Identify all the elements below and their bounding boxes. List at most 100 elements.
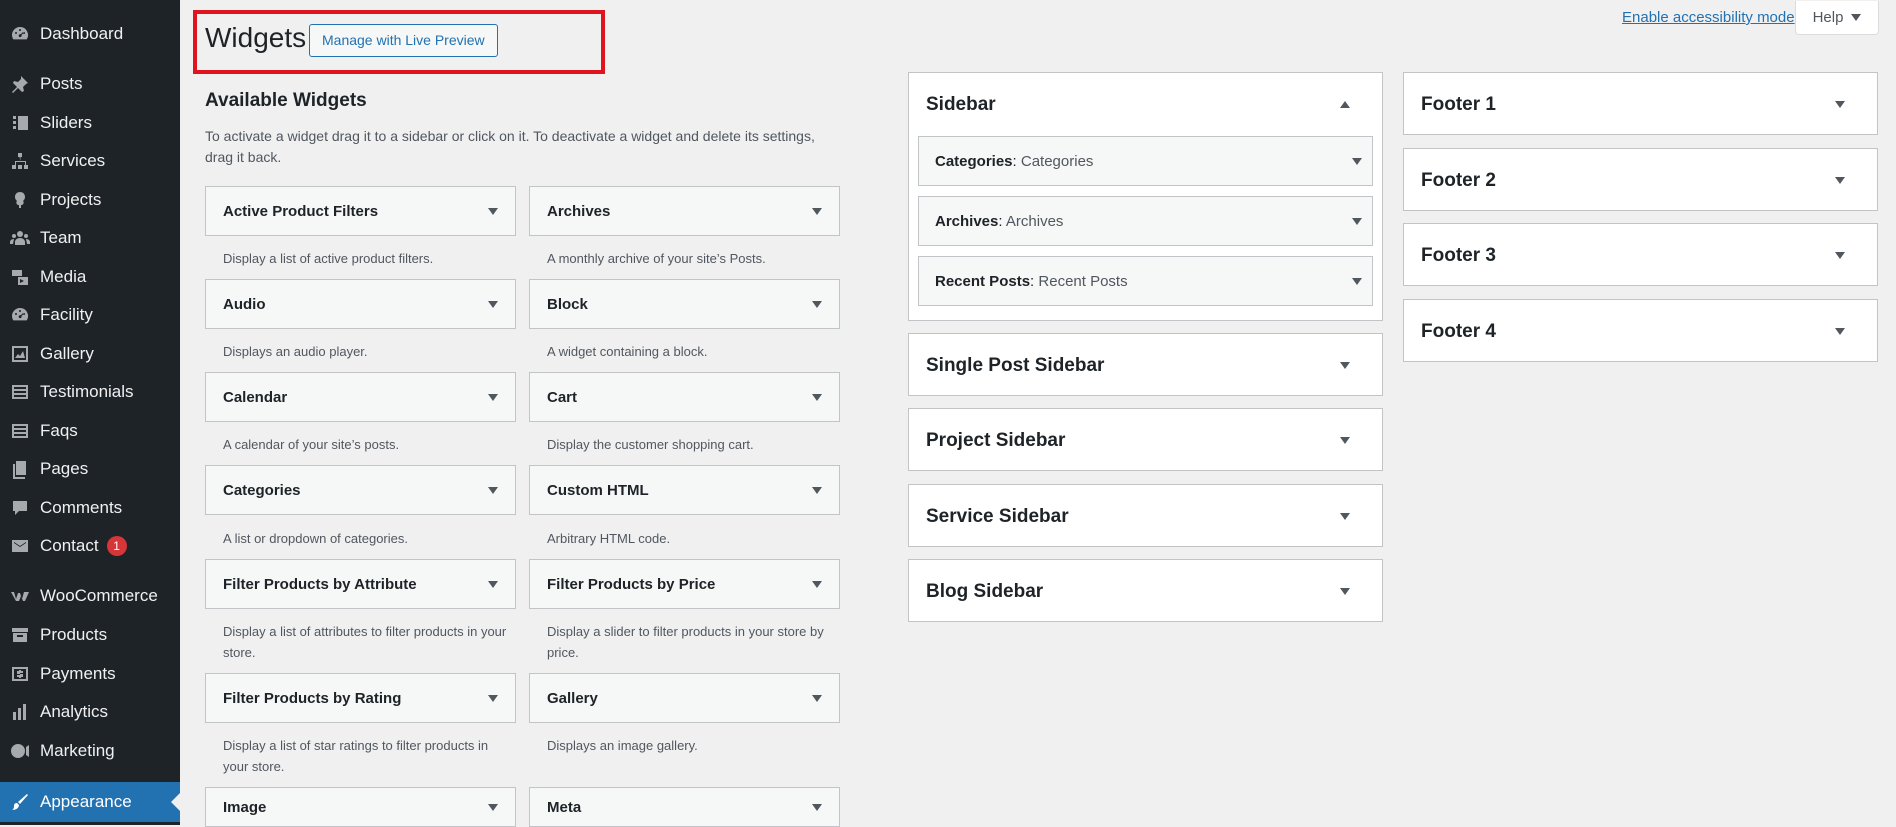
widget-gallery[interactable]: Gallery <box>529 673 840 723</box>
chevron-down-icon[interactable] <box>812 393 822 401</box>
widget-cart[interactable]: Cart <box>529 372 840 422</box>
chevron-down-icon[interactable] <box>488 694 498 702</box>
help-button[interactable]: Help <box>1795 1 1879 35</box>
sidebar-item-products[interactable]: Products <box>0 616 180 654</box>
widget-meta[interactable]: Meta <box>529 787 840 827</box>
slides-icon <box>10 113 30 133</box>
sidebar-item-appearance[interactable]: Appearance <box>0 782 180 822</box>
widget-filter-products-by-rating[interactable]: Filter Products by Rating <box>205 673 516 723</box>
sidebar-item-label: Payments <box>40 664 116 683</box>
sidebar-widget-categories[interactable]: Categories: Categories <box>918 136 1373 186</box>
widget-area-footer-2[interactable]: Footer 2 <box>1403 148 1878 211</box>
chevron-down-icon[interactable] <box>812 486 822 494</box>
widget-description: Display the customer shopping cart. <box>547 437 754 452</box>
dollar-icon <box>10 664 30 684</box>
enable-accessibility-link[interactable]: Enable accessibility mode <box>1622 9 1795 26</box>
sidebar-item-gallery[interactable]: Gallery <box>0 335 180 373</box>
sidebar-item-label: Services <box>40 151 106 170</box>
sidebar-item-dashboard[interactable]: Dashboard <box>0 15 180 53</box>
chevron-down-icon[interactable] <box>1340 588 1350 595</box>
sidebar-item-media[interactable]: Media <box>0 258 180 296</box>
widget-area-footer-1[interactable]: Footer 1 <box>1403 72 1878 135</box>
chevron-down-icon <box>1851 14 1862 21</box>
widget-area-footer-3[interactable]: Footer 3 <box>1403 223 1878 286</box>
widget-area-title: Project Sidebar <box>926 429 1066 451</box>
widget-area-service-sidebar[interactable]: Service Sidebar <box>908 484 1383 547</box>
chart-icon <box>10 344 30 364</box>
sidebar-item-woocommerce[interactable]: WooCommerce <box>0 577 180 615</box>
widget-area-footer-4[interactable]: Footer 4 <box>1403 299 1878 362</box>
widget-area-header[interactable]: Footer 4 <box>1404 300 1877 363</box>
widget-name: Archives <box>935 212 999 230</box>
sidebar-item-contact[interactable]: Contact 1 <box>0 527 180 565</box>
widget-custom-html[interactable]: Custom HTML <box>529 465 840 515</box>
widget-area-header[interactable]: Sidebar <box>909 73 1382 136</box>
widget-area-single-post-sidebar[interactable]: Single Post Sidebar <box>908 333 1383 396</box>
widget-area-header[interactable]: Footer 1 <box>1404 73 1877 136</box>
manage-live-preview-button[interactable]: Manage with Live Preview <box>309 24 498 57</box>
sidebar-item-marketing[interactable]: Marketing <box>0 732 180 770</box>
widget-area-project-sidebar[interactable]: Project Sidebar <box>908 408 1383 471</box>
media-icon <box>10 267 30 287</box>
widget-active-product-filters[interactable]: Active Product Filters <box>205 186 516 236</box>
widget-archives[interactable]: Archives <box>529 186 840 236</box>
widget-instance-title: Recent Posts <box>1038 272 1128 290</box>
widget-categories[interactable]: Categories <box>205 465 516 515</box>
chevron-down-icon[interactable] <box>1835 252 1845 259</box>
sidebar-item-pages[interactable]: Pages <box>0 450 180 488</box>
chevron-down-icon[interactable] <box>488 207 498 215</box>
widget-area-header[interactable]: Single Post Sidebar <box>909 334 1382 397</box>
widget-area-title: Footer 3 <box>1421 244 1496 266</box>
widget-audio[interactable]: Audio <box>205 279 516 329</box>
sidebar-item-facility[interactable]: Facility <box>0 296 180 334</box>
sidebar-item-projects[interactable]: Projects <box>0 181 180 219</box>
chevron-down-icon[interactable] <box>488 393 498 401</box>
widget-description: A monthly archive of your site’s Posts. <box>547 251 766 266</box>
chevron-down-icon[interactable] <box>1352 277 1362 285</box>
chevron-down-icon[interactable] <box>1352 217 1362 225</box>
chevron-down-icon[interactable] <box>1352 157 1362 165</box>
sidebar-item-payments[interactable]: Payments <box>0 655 180 693</box>
widget-description: Arbitrary HTML code. <box>547 531 671 546</box>
widget-filter-products-by-price[interactable]: Filter Products by Price <box>529 559 840 609</box>
sidebar-item-testimonials[interactable]: Testimonials <box>0 373 180 411</box>
widget-area-header[interactable]: Footer 3 <box>1404 224 1877 287</box>
sidebar-item-comments[interactable]: Comments <box>0 489 180 527</box>
widget-area-header[interactable]: Project Sidebar <box>909 409 1382 472</box>
chevron-down-icon[interactable] <box>488 803 498 811</box>
chevron-down-icon[interactable] <box>812 694 822 702</box>
chevron-down-icon[interactable] <box>1340 362 1350 369</box>
pages-icon <box>10 459 30 479</box>
chevron-down-icon[interactable] <box>488 300 498 308</box>
chevron-down-icon[interactable] <box>812 207 822 215</box>
sidebar-item-sliders[interactable]: Sliders <box>0 104 180 142</box>
widget-filter-products-by-attribute[interactable]: Filter Products by Attribute <box>205 559 516 609</box>
chevron-down-icon[interactable] <box>812 300 822 308</box>
chevron-down-icon[interactable] <box>1835 177 1845 184</box>
sidebar-item-faqs[interactable]: Faqs <box>0 412 180 450</box>
help-label: Help <box>1812 9 1844 26</box>
chevron-down-icon[interactable] <box>1340 437 1350 444</box>
chevron-down-icon[interactable] <box>812 580 822 588</box>
sidebar-item-posts[interactable]: Posts <box>0 65 180 103</box>
chevron-down-icon[interactable] <box>812 803 822 811</box>
chevron-down-icon[interactable] <box>488 580 498 588</box>
widget-area-blog-sidebar[interactable]: Blog Sidebar <box>908 559 1383 622</box>
widget-block[interactable]: Block <box>529 279 840 329</box>
chevron-down-icon[interactable] <box>1835 328 1845 335</box>
comment-icon <box>10 498 30 518</box>
sidebar-widget-archives[interactable]: Archives: Archives <box>918 196 1373 246</box>
widget-area-header[interactable]: Footer 2 <box>1404 149 1877 212</box>
sidebar-widget-recent-posts[interactable]: Recent Posts: Recent Posts <box>918 256 1373 306</box>
sidebar-item-analytics[interactable]: Analytics <box>0 693 180 731</box>
chevron-down-icon[interactable] <box>1340 513 1350 520</box>
widget-image[interactable]: Image <box>205 787 516 827</box>
chevron-down-icon[interactable] <box>1835 101 1845 108</box>
widget-area-header[interactable]: Service Sidebar <box>909 485 1382 548</box>
chevron-up-icon[interactable] <box>1340 101 1350 108</box>
sidebar-item-team[interactable]: Team <box>0 219 180 257</box>
widget-calendar[interactable]: Calendar <box>205 372 516 422</box>
chevron-down-icon[interactable] <box>488 486 498 494</box>
widget-area-header[interactable]: Blog Sidebar <box>909 560 1382 623</box>
sidebar-item-services[interactable]: Services <box>0 142 180 180</box>
